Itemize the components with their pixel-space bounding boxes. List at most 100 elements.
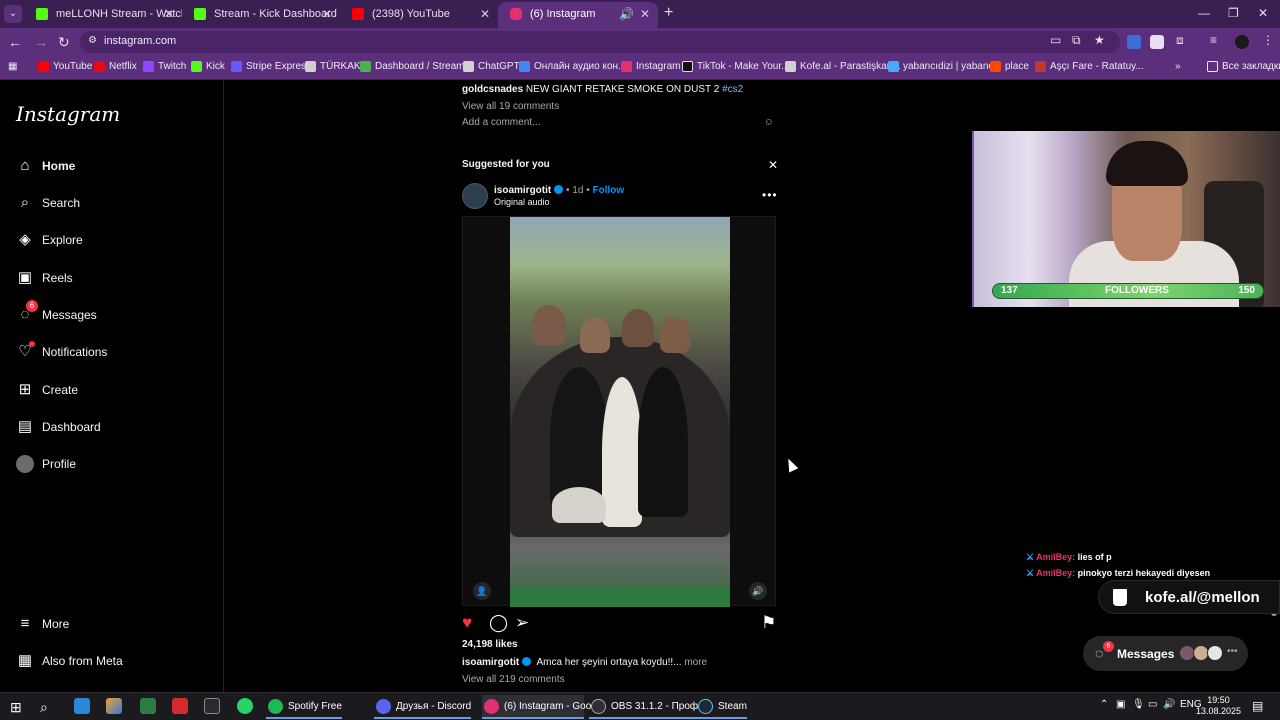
microphone-icon[interactable]: 🎙 bbox=[1132, 699, 1145, 710]
share-icon[interactable]: ➢ bbox=[515, 613, 529, 633]
tab-kick-dashboard[interactable]: Stream - Kick Dashboard ✕ bbox=[182, 2, 340, 28]
nav-reels[interactable]: ▣ Reels bbox=[16, 267, 73, 291]
volume-icon[interactable]: 🔊 bbox=[1163, 699, 1175, 710]
new-tab-button[interactable]: + bbox=[664, 4, 673, 22]
taskbar-discord[interactable]: Друзья - Discord bbox=[374, 695, 472, 719]
app-icon[interactable] bbox=[172, 698, 188, 714]
hashtag-link[interactable]: #cs2 bbox=[722, 84, 743, 95]
notification-center-icon[interactable]: ▤ bbox=[1252, 699, 1263, 713]
tab-kick-stream[interactable]: meLLONH Stream - Watch Live ✕ bbox=[24, 2, 182, 28]
bookmark-youtube[interactable]: YouTube bbox=[38, 61, 92, 72]
store-icon[interactable] bbox=[140, 698, 156, 714]
bookmark-stripe[interactable]: Stripe Express bbox=[231, 61, 311, 72]
close-icon[interactable]: ✕ bbox=[640, 2, 650, 26]
bookmark-dashboard[interactable]: Dashboard / Stream... bbox=[360, 61, 473, 72]
nav-messages[interactable]: ◌ 6 Messages bbox=[16, 300, 97, 328]
taskbar-obs[interactable]: OBS 31.1.2 - Проф... bbox=[589, 695, 707, 719]
taskbar-chrome-instagram[interactable]: (6) Instagram - Goo... bbox=[482, 695, 600, 719]
sound-toggle-icon[interactable]: 🔊 bbox=[749, 582, 767, 600]
more-icon[interactable]: ••• bbox=[1227, 646, 1238, 657]
network-icon[interactable]: ▭ bbox=[1148, 699, 1157, 710]
original-audio-link[interactable]: Original audio bbox=[494, 197, 550, 207]
nav-create[interactable]: ⊞ Create bbox=[16, 379, 78, 403]
close-icon[interactable]: ✕ bbox=[768, 158, 778, 172]
tab-search-button[interactable]: ⌄ bbox=[4, 5, 22, 23]
instagram-logo[interactable]: Instagram bbox=[16, 102, 120, 126]
caption-username[interactable]: goldcsnades bbox=[462, 84, 523, 95]
install-app-icon[interactable]: ▭ bbox=[1050, 33, 1061, 47]
more-link[interactable]: more bbox=[684, 657, 707, 668]
bookmark-star-icon[interactable]: ★ bbox=[1094, 33, 1105, 47]
speaker-icon[interactable]: 🔊 bbox=[619, 2, 634, 26]
bookmark-audio[interactable]: Онлайн аудио кон... bbox=[519, 61, 626, 72]
reload-button[interactable]: ↻ bbox=[58, 34, 70, 51]
bookmark-turkak[interactable]: TÜRKAK bbox=[305, 61, 361, 72]
nav-explore[interactable]: ◈ Explore bbox=[16, 229, 82, 253]
nav-notifications[interactable]: ♡ Notifications bbox=[16, 341, 107, 365]
extension-icon[interactable] bbox=[1127, 35, 1141, 49]
bookmark-save-icon[interactable]: ⚑ bbox=[761, 613, 776, 633]
tagged-user-icon[interactable]: 👤 bbox=[473, 582, 491, 600]
omnibox[interactable]: ⚙ instagram.com bbox=[80, 31, 1120, 53]
extensions-puzzle-icon[interactable]: ⧈ bbox=[1176, 33, 1184, 48]
bookmark-kofe[interactable]: Kofe.al - Parastişkarl... bbox=[785, 61, 901, 72]
apps-grid-icon[interactable]: ▦ bbox=[8, 61, 17, 72]
search-icon[interactable]: ⌕ bbox=[40, 697, 48, 717]
profile-avatar[interactable] bbox=[1235, 35, 1249, 49]
menu-icon[interactable]: ⋮ bbox=[1262, 33, 1274, 47]
system-clock[interactable]: 19:50 13.08.2025 bbox=[1196, 695, 1241, 717]
nav-search[interactable]: ⌕ Search bbox=[16, 192, 80, 216]
nav-dashboard[interactable]: ▤ Dashboard bbox=[16, 416, 101, 440]
close-icon[interactable]: ✕ bbox=[480, 2, 490, 26]
bookmark-netflix[interactable]: Netflix bbox=[94, 61, 137, 72]
tab-youtube[interactable]: (2398) YouTube ✕ bbox=[340, 2, 498, 28]
post-username[interactable]: isoamirgotit bbox=[494, 185, 551, 196]
copilot-icon[interactable] bbox=[106, 698, 122, 714]
all-bookmarks-folder[interactable]: Все закладки bbox=[1207, 61, 1280, 72]
media-controls-icon[interactable]: ≡ bbox=[1210, 33, 1217, 47]
translate-icon[interactable]: ⧉ bbox=[1072, 33, 1081, 48]
more-bookmarks-icon[interactable]: » bbox=[1175, 61, 1181, 72]
tab-instagram[interactable]: (6) Instagram 🔊 ✕ bbox=[498, 2, 658, 28]
add-comment-input[interactable]: Add a comment... ☺ bbox=[462, 117, 776, 128]
taskbar-steam[interactable]: Steam bbox=[696, 695, 747, 719]
caption-username[interactable]: isoamirgotit bbox=[462, 657, 519, 668]
view-comments-link[interactable]: View all 219 comments bbox=[462, 674, 565, 685]
bookmark-yabancidizi[interactable]: yabancıdizi | yabanc... bbox=[888, 61, 1002, 72]
bookmark-ratatouille[interactable]: Aşçı Fare - Ratatuy... bbox=[1035, 61, 1144, 72]
site-info-icon[interactable]: ⚙ bbox=[88, 35, 97, 46]
likes-count[interactable]: 24,198 likes bbox=[462, 639, 518, 650]
minimize-button[interactable]: — bbox=[1198, 6, 1210, 20]
messages-floating-button[interactable]: ◌ 6 Messages ••• bbox=[1083, 636, 1248, 671]
tray-overflow-icon[interactable]: ⌃ bbox=[1100, 699, 1108, 710]
reel-video[interactable]: 👤 🔊 bbox=[462, 216, 776, 607]
post-author-avatar[interactable] bbox=[462, 183, 488, 209]
nav-also-from-meta[interactable]: ▦ Also from Meta bbox=[16, 650, 123, 674]
nav-more[interactable]: ≡ More bbox=[16, 613, 70, 637]
bookmark-instagram[interactable]: Instagram bbox=[621, 61, 680, 72]
nav-home[interactable]: ⌂ Home bbox=[16, 155, 75, 179]
bookmark-kick[interactable]: Kick bbox=[191, 61, 225, 72]
capcut-icon[interactable] bbox=[204, 698, 220, 714]
comment-icon[interactable]: ◯ bbox=[489, 613, 508, 633]
taskbar-spotify[interactable]: Spotify Free bbox=[266, 695, 342, 719]
more-options-icon[interactable]: ••• bbox=[762, 188, 778, 202]
like-heart-icon[interactable]: ♥ bbox=[462, 613, 472, 633]
follow-button[interactable]: Follow bbox=[592, 185, 624, 196]
bookmark-place[interactable]: place bbox=[990, 61, 1029, 72]
bookmark-chatgpt[interactable]: ChatGPT bbox=[463, 61, 520, 72]
close-icon[interactable]: ✕ bbox=[322, 2, 332, 26]
close-icon[interactable]: ✕ bbox=[164, 2, 174, 26]
back-button[interactable]: ← bbox=[8, 34, 22, 50]
bookmark-tiktok[interactable]: TikTok - Make Your... bbox=[682, 61, 789, 72]
extension-icon[interactable] bbox=[1150, 35, 1164, 49]
view-comments-link[interactable]: View all 19 comments bbox=[462, 101, 559, 112]
nav-profile[interactable]: Profile bbox=[16, 453, 76, 477]
forward-button[interactable]: → bbox=[34, 34, 48, 50]
bookmark-twitch[interactable]: Twitch bbox=[143, 61, 186, 72]
tray-app-icon[interactable]: ▣ bbox=[1116, 699, 1125, 710]
restore-button[interactable]: ❐ bbox=[1228, 6, 1239, 20]
windows-start-icon[interactable]: ⊞ bbox=[10, 697, 22, 717]
whatsapp-icon[interactable] bbox=[237, 698, 253, 714]
task-view-icon[interactable] bbox=[74, 698, 90, 714]
